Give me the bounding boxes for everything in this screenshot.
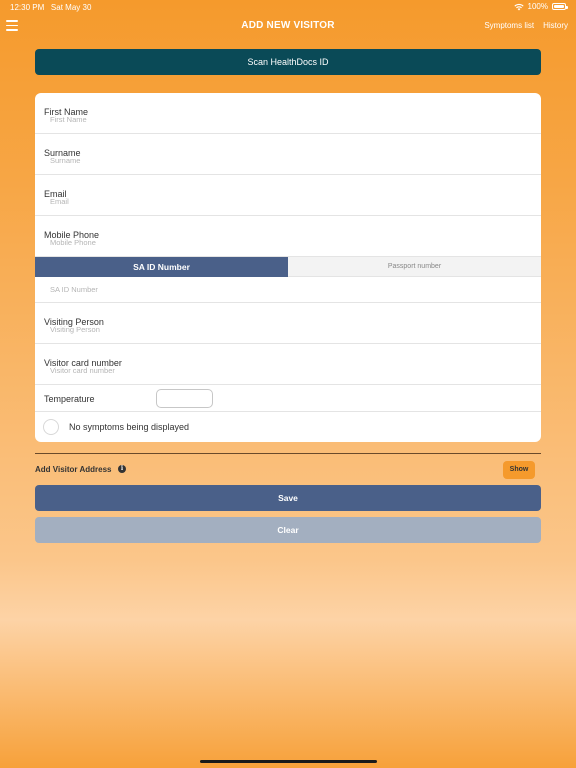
temperature-input[interactable] bbox=[156, 389, 213, 408]
no-symptoms-radio[interactable] bbox=[43, 419, 59, 435]
navigation-bar: ADD NEW VISITOR Symptoms list History bbox=[0, 14, 576, 38]
no-symptoms-row: No symptoms being displayed bbox=[35, 412, 541, 442]
home-indicator bbox=[200, 760, 377, 763]
info-icon[interactable]: i bbox=[118, 465, 126, 473]
nav-links: Symptoms list History bbox=[484, 21, 568, 30]
status-indicators: 100% bbox=[513, 2, 568, 11]
email-field: Email bbox=[35, 175, 541, 216]
id-type-segmented-control: SA ID Number Passport number bbox=[35, 257, 541, 277]
show-address-button[interactable]: Show bbox=[503, 461, 535, 479]
mobile-phone-input[interactable] bbox=[50, 238, 520, 247]
battery-icon bbox=[552, 3, 568, 10]
sa-id-number-input[interactable] bbox=[50, 285, 520, 294]
battery-percent: 100% bbox=[527, 2, 548, 11]
status-time: 12:30 PM bbox=[10, 3, 45, 12]
temperature-field: Temperature bbox=[35, 385, 541, 412]
visitor-form-card: First Name Surname Email Mobile Phone SA… bbox=[35, 93, 541, 442]
sa-id-number-field bbox=[35, 277, 541, 303]
status-date: Sat May 30 bbox=[50, 3, 92, 12]
add-visitor-address-label: Add Visitor Address bbox=[35, 465, 112, 474]
hamburger-menu-icon[interactable] bbox=[6, 20, 18, 31]
first-name-field: First Name bbox=[35, 93, 541, 134]
save-button[interactable]: Save bbox=[35, 485, 541, 511]
visiting-person-input[interactable] bbox=[50, 325, 520, 334]
status-bar: 12:30 PM Sat May 30 100% bbox=[0, 0, 576, 14]
temperature-label: Temperature bbox=[44, 394, 95, 404]
visiting-person-field: Visiting Person bbox=[35, 303, 541, 344]
mobile-phone-field: Mobile Phone bbox=[35, 216, 541, 257]
tab-sa-id-number[interactable]: SA ID Number bbox=[35, 257, 288, 277]
surname-field: Surname bbox=[35, 134, 541, 175]
history-link[interactable]: History bbox=[543, 21, 568, 30]
surname-input[interactable] bbox=[50, 156, 520, 165]
symptoms-list-link[interactable]: Symptoms list bbox=[484, 21, 534, 30]
scan-healthdocs-id-button[interactable]: Scan HealthDocs ID bbox=[35, 49, 541, 75]
email-input[interactable] bbox=[50, 197, 520, 206]
no-symptoms-label: No symptoms being displayed bbox=[69, 422, 190, 432]
section-divider bbox=[35, 453, 541, 454]
first-name-input[interactable] bbox=[50, 115, 520, 124]
tab-passport-number[interactable]: Passport number bbox=[288, 257, 541, 277]
status-time-date: 12:30 PM Sat May 30 bbox=[10, 3, 91, 12]
clear-button[interactable]: Clear bbox=[35, 517, 541, 543]
wifi-icon bbox=[513, 3, 524, 10]
visitor-card-number-field: Visitor card number bbox=[35, 344, 541, 385]
visitor-card-number-input[interactable] bbox=[50, 366, 520, 375]
